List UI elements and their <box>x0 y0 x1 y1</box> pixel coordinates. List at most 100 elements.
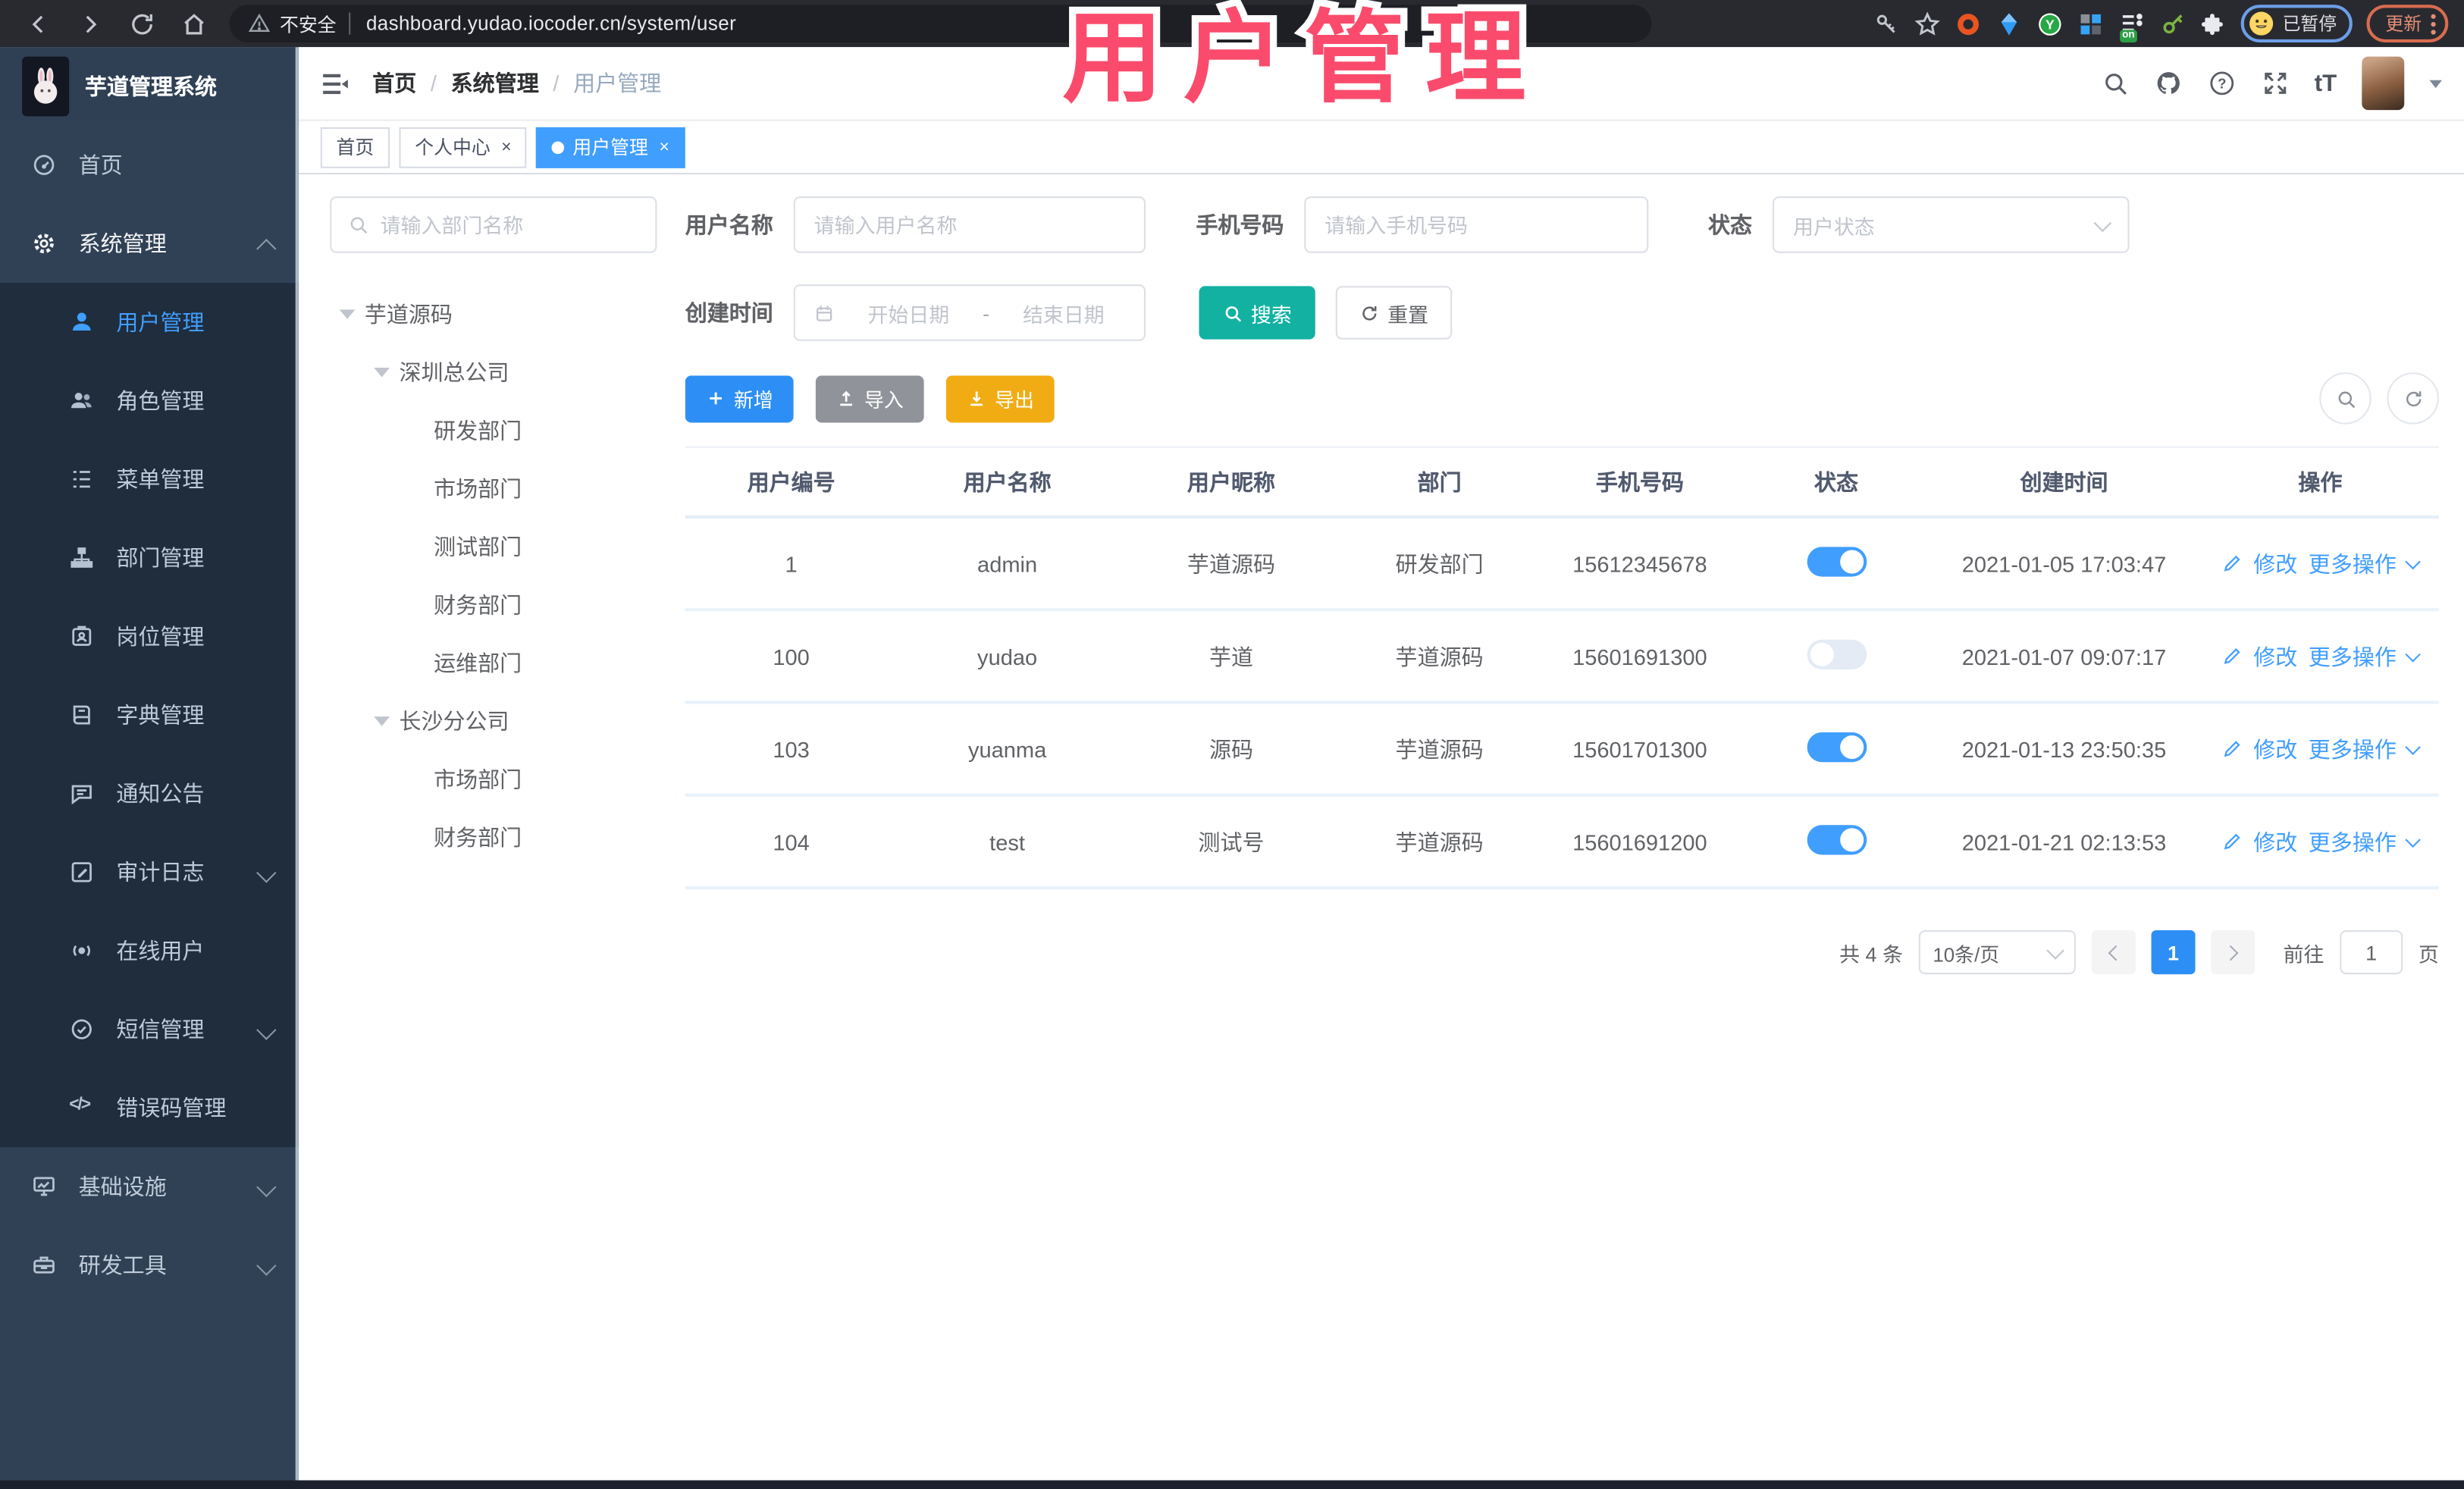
extensions-puzzle-icon[interactable] <box>2199 10 2226 36</box>
edit-link[interactable]: 修改 <box>2253 733 2297 764</box>
date-start-placeholder[interactable]: 开始日期 <box>847 298 970 328</box>
more-actions-link[interactable]: 更多操作 <box>2309 733 2397 764</box>
search-button[interactable]: 搜索 <box>1199 286 1315 340</box>
tab-home[interactable]: 首页 <box>320 126 390 168</box>
avatar-caret-icon[interactable] <box>2429 79 2442 94</box>
fullscreen-icon[interactable] <box>2261 69 2289 97</box>
edit-link[interactable]: 修改 <box>2253 547 2297 578</box>
help-icon[interactable]: ? <box>2208 69 2236 97</box>
sidebar-item-dict-management[interactable]: 字典管理 <box>0 676 299 754</box>
sidebar-item-home[interactable]: 首页 <box>0 126 299 205</box>
search-icon[interactable] <box>2101 69 2129 97</box>
status-toggle[interactable] <box>1806 638 1867 669</box>
extension-gem-icon[interactable] <box>1995 10 2021 36</box>
sidebar-item-dept-management[interactable]: 部门管理 <box>0 519 299 597</box>
column-header: 状态 <box>1814 469 1858 494</box>
tree-caret-icon[interactable] <box>339 309 356 327</box>
tree-node[interactable]: 财务部门 <box>330 817 657 858</box>
sidebar-item-system[interactable]: 系统管理 <box>0 204 299 283</box>
extension-onetab-icon[interactable]: on <box>2118 10 2144 42</box>
reset-button[interactable]: 重置 <box>1335 286 1453 340</box>
more-actions-link[interactable]: 更多操作 <box>2309 547 2397 578</box>
sidebar-collapse-icon[interactable] <box>321 68 350 98</box>
sidebar-item-post-management[interactable]: 岗位管理 <box>0 597 299 676</box>
more-actions-link[interactable]: 更多操作 <box>2309 641 2397 672</box>
page-size-select[interactable]: 10条/页 <box>1918 930 2076 975</box>
next-page-button[interactable] <box>2211 930 2256 975</box>
extension-y-icon[interactable]: Y <box>2036 10 2062 36</box>
download-icon <box>967 388 987 409</box>
chevron-down-icon <box>2405 645 2421 662</box>
extension-green-key-icon[interactable] <box>2158 10 2185 36</box>
mobile-input[interactable] <box>1324 212 1629 237</box>
prev-page-button[interactable] <box>2091 930 2136 975</box>
font-size-icon[interactable]: tT <box>2315 70 2337 96</box>
export-button[interactable]: 导出 <box>945 375 1055 422</box>
tree-node[interactable]: 芋道源码 <box>330 294 657 335</box>
page-number-button[interactable]: 1 <box>2151 930 2196 975</box>
sidebar-item-sms-management[interactable]: 短信管理 <box>0 990 299 1069</box>
tree-node[interactable]: 长沙分公司 <box>330 701 657 741</box>
more-actions-link[interactable]: 更多操作 <box>2309 826 2397 857</box>
sidebar-item-user-management[interactable]: 用户管理 <box>0 283 299 362</box>
chevron-down-icon <box>256 1255 277 1275</box>
tree-node[interactable]: 测试部门 <box>330 526 657 567</box>
sidebar-item-error-code[interactable]: </> 错误码管理 <box>0 1068 299 1147</box>
sidebar-item-online-users[interactable]: 在线用户 <box>0 911 299 990</box>
tree-caret-icon[interactable] <box>374 716 390 734</box>
sidebar-item-dev-tools[interactable]: 研发工具 <box>0 1226 299 1305</box>
dept-search-input[interactable] <box>380 212 640 237</box>
import-button[interactable]: 导入 <box>815 375 924 422</box>
app-logo-row[interactable]: 芋道管理系统 <box>0 47 299 126</box>
svg-text:?: ? <box>2218 76 2226 92</box>
user-avatar[interactable] <box>2362 56 2405 111</box>
home-icon[interactable] <box>180 10 207 36</box>
sidebar-item-audit-log[interactable]: 审计日志 <box>0 833 299 912</box>
tree-node[interactable]: 市场部门 <box>330 759 657 800</box>
status-toggle[interactable] <box>1806 546 1867 576</box>
add-button[interactable]: 新增 <box>685 375 794 422</box>
browser-update-button[interactable]: 更新 <box>2366 5 2449 42</box>
status-select[interactable]: 用户状态 <box>1773 196 2130 253</box>
github-icon[interactable] <box>2154 69 2182 97</box>
breadcrumb-home[interactable]: 首页 <box>372 67 416 99</box>
forward-icon[interactable] <box>77 10 104 36</box>
extension-grid-icon[interactable] <box>2077 10 2103 36</box>
not-secure-label[interactable]: 不安全 <box>280 10 337 36</box>
edit-link[interactable]: 修改 <box>2253 826 2297 857</box>
date-end-placeholder[interactable]: 结束日期 <box>1002 298 1125 328</box>
tree-node[interactable]: 财务部门 <box>330 585 657 625</box>
browser-profile-button[interactable]: 已暂停 <box>2240 5 2353 42</box>
sidebar-item-notice[interactable]: 通知公告 <box>0 754 299 833</box>
tree-node[interactable]: 市场部门 <box>330 469 657 509</box>
code-icon: </> <box>69 1095 91 1114</box>
extension-ubuntu-icon[interactable] <box>1954 10 1980 36</box>
tree-caret-icon[interactable] <box>374 368 390 385</box>
tree-node[interactable]: 深圳总公司 <box>330 352 657 393</box>
close-icon[interactable]: × <box>659 137 669 156</box>
sidebar-item-infrastructure[interactable]: 基础设施 <box>0 1147 299 1226</box>
password-key-icon[interactable] <box>1873 10 1899 36</box>
url-text[interactable]: dashboard.yudao.iocoder.cn/system/user <box>366 13 736 35</box>
edit-link[interactable]: 修改 <box>2253 641 2297 672</box>
refresh-table-button[interactable] <box>2387 372 2439 425</box>
tab-user-management[interactable]: 用户管理 × <box>536 126 685 168</box>
close-icon[interactable]: × <box>501 137 511 156</box>
bookmark-star-icon[interactable] <box>1914 10 1940 36</box>
status-toggle[interactable] <box>1806 731 1867 762</box>
sidebar-item-role-management[interactable]: 角色管理 <box>0 362 299 440</box>
goto-page-input[interactable] <box>2340 930 2403 975</box>
sidebar-item-menu-management[interactable]: 菜单管理 <box>0 440 299 519</box>
username-input[interactable] <box>813 212 1126 237</box>
toggle-search-button[interactable] <box>2319 372 2372 425</box>
date-range-picker[interactable]: 开始日期 - 结束日期 <box>793 284 1146 341</box>
tab-profile[interactable]: 个人中心 × <box>399 126 528 168</box>
sidebar-item-label: 岗位管理 <box>116 623 205 650</box>
breadcrumb-system[interactable]: 系统管理 <box>451 67 539 99</box>
tree-node[interactable]: 运维部门 <box>330 643 657 684</box>
browser-menu-icon[interactable] <box>2431 13 2436 34</box>
tree-node[interactable]: 研发部门 <box>330 410 657 451</box>
reload-icon[interactable] <box>129 10 155 36</box>
status-toggle[interactable] <box>1806 824 1867 854</box>
back-icon[interactable] <box>25 10 52 36</box>
